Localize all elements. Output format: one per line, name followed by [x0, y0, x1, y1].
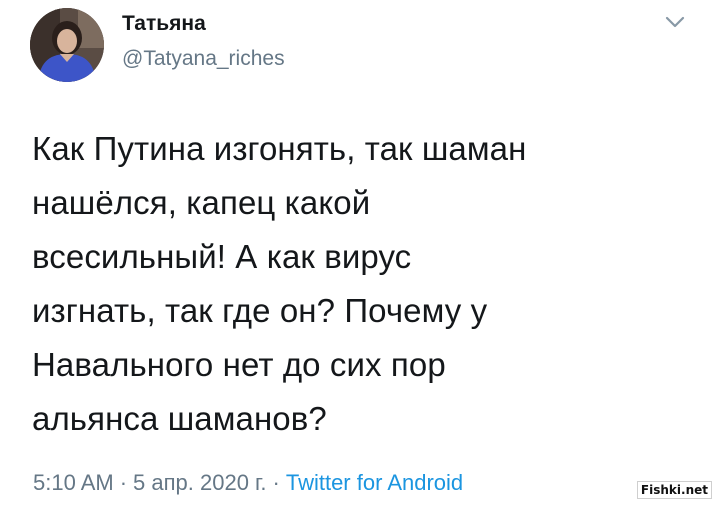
- tweet-text: Как Путина изгонять, так шаман нашёлся, …: [32, 130, 527, 437]
- site-watermark: Fishki.net: [636, 481, 712, 499]
- author-handle[interactable]: @Tatyana_riches: [122, 47, 285, 71]
- chevron-down-icon[interactable]: [662, 12, 688, 32]
- tweet-date[interactable]: 5 апр. 2020 г.: [133, 470, 266, 495]
- tweet-source-link[interactable]: Twitter for Android: [286, 470, 463, 495]
- tweet-metadata: 5:10 AM · 5 апр. 2020 г. · Twitter for Andro…: [33, 470, 463, 496]
- author-display-name[interactable]: Татьяна: [122, 12, 206, 36]
- tweet-time[interactable]: 5:10 AM: [33, 470, 114, 495]
- meta-separator: ·: [272, 470, 280, 495]
- avatar[interactable]: [30, 8, 104, 82]
- tweet-card: Татьяна @Tatyana_riches Как Путина изгон…: [0, 0, 720, 509]
- meta-separator: ·: [119, 470, 128, 495]
